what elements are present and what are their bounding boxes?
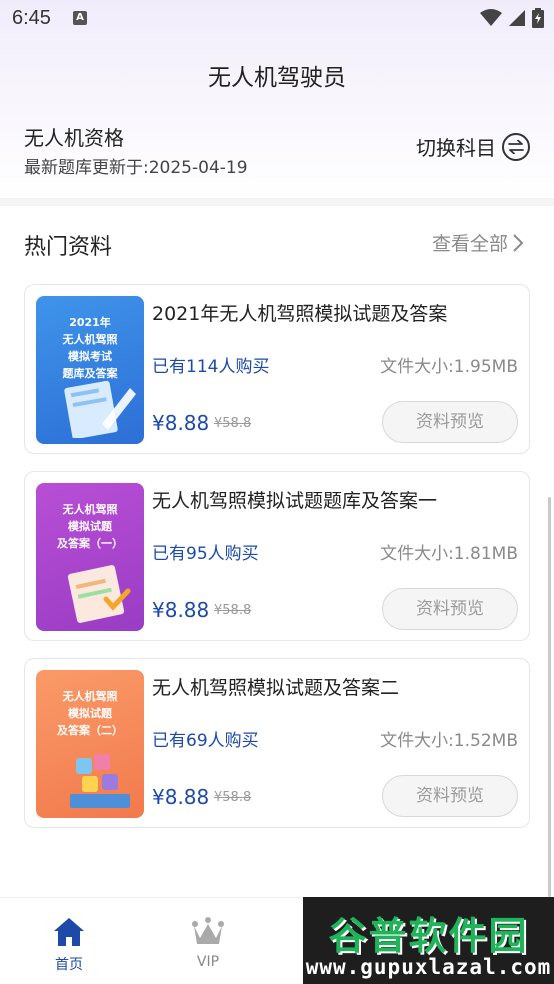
signal-icon bbox=[509, 10, 525, 26]
subject-updated-date: 最新题库更新于:2025-04-19 bbox=[24, 158, 248, 178]
material-title: 2021年无人机驾照模拟试题及答案 bbox=[152, 303, 448, 325]
chevron-right-icon bbox=[513, 233, 524, 252]
abc-blocks-icon bbox=[70, 754, 130, 808]
notepad-check-icon bbox=[67, 565, 131, 623]
material-original-price: ¥58.8 bbox=[214, 416, 252, 431]
material-file-size: 文件大小:1.95MB bbox=[380, 357, 518, 377]
nav-label-home: 首页 bbox=[55, 957, 83, 973]
section-title: 热门资料 bbox=[24, 235, 113, 260]
home-icon bbox=[54, 918, 84, 946]
material-thumbnail: 无人机驾照 模拟试题 及答案（一） bbox=[36, 483, 144, 631]
material-title: 无人机驾照模拟试题题库及答案一 bbox=[152, 490, 438, 512]
material-card[interactable]: 2021年 无人机驾照 模拟考试 题库及答案 2021年无人机驾照模拟试题及答案… bbox=[24, 284, 530, 454]
material-card[interactable]: 无人机驾照 模拟试题 及答案（二） 无人机驾照模拟试题及答案二 已有69人购买 … bbox=[24, 658, 530, 828]
material-title: 无人机驾照模拟试题及答案二 bbox=[152, 677, 400, 699]
material-card[interactable]: 无人机驾照 模拟试题 及答案（一） 无人机驾照模拟试题题库及答案一 已有95人购… bbox=[24, 471, 530, 641]
material-price: ¥8.88 bbox=[152, 411, 210, 435]
crown-icon bbox=[192, 917, 224, 944]
battery-icon bbox=[532, 8, 544, 28]
watermark-url: www.gupuxlazal.com bbox=[305, 955, 552, 979]
exam-paper-icon bbox=[64, 380, 136, 438]
preview-button[interactable]: 资料预览 bbox=[382, 775, 518, 817]
nav-item-home[interactable]: 首页 bbox=[24, 916, 114, 974]
material-price: ¥8.88 bbox=[152, 598, 210, 622]
material-original-price: ¥58.8 bbox=[214, 790, 252, 805]
view-all-link[interactable]: 查看全部 bbox=[432, 229, 524, 256]
material-file-size: 文件大小:1.52MB bbox=[380, 731, 518, 751]
switch-subject-label: 切换科目 bbox=[416, 136, 496, 160]
material-price: ¥8.88 bbox=[152, 785, 210, 809]
nav-label-vip: VIP bbox=[196, 954, 220, 970]
subject-row: 无人机资格 最新题库更新于:2025-04-19 切换科目 bbox=[0, 112, 554, 202]
material-buyers: 已有69人购买 bbox=[152, 731, 259, 751]
thumbnail-caption: 无人机驾照 模拟试题 及答案（一） bbox=[57, 503, 123, 550]
material-buyers: 已有114人购买 bbox=[152, 357, 270, 377]
status-icons bbox=[480, 8, 544, 28]
page-title: 无人机驾驶员 bbox=[208, 65, 346, 91]
material-buyers: 已有95人购买 bbox=[152, 544, 259, 564]
status-time: 6:45 bbox=[12, 7, 51, 29]
switch-subject-button[interactable]: 切换科目 bbox=[416, 132, 530, 161]
material-file-size: 文件大小:1.81MB bbox=[380, 544, 518, 564]
material-thumbnail: 2021年 无人机驾照 模拟考试 题库及答案 bbox=[36, 296, 144, 444]
thumbnail-caption: 2021年 无人机驾照 模拟考试 题库及答案 bbox=[62, 316, 118, 380]
notification-a-icon: A bbox=[73, 11, 87, 25]
material-original-price: ¥58.8 bbox=[214, 603, 252, 618]
preview-button[interactable]: 资料预览 bbox=[382, 588, 518, 630]
section-divider bbox=[0, 198, 554, 206]
thumbnail-caption: 无人机驾照 模拟试题 及答案（二） bbox=[57, 690, 123, 737]
status-bar: 6:45 A bbox=[0, 0, 554, 40]
swap-icon bbox=[502, 132, 530, 161]
watermark-logo: 谷普软件园 www.gupuxlazal.com bbox=[303, 897, 554, 984]
nav-item-vip[interactable]: VIP bbox=[163, 916, 253, 970]
preview-button[interactable]: 资料预览 bbox=[382, 401, 518, 443]
subject-name: 无人机资格 bbox=[24, 126, 124, 150]
scrollbar[interactable] bbox=[548, 497, 551, 897]
view-all-label: 查看全部 bbox=[431, 233, 508, 255]
watermark-title: 谷普软件园 bbox=[328, 914, 529, 958]
wifi-icon bbox=[480, 9, 502, 26]
material-thumbnail: 无人机驾照 模拟试题 及答案（二） bbox=[36, 670, 144, 818]
